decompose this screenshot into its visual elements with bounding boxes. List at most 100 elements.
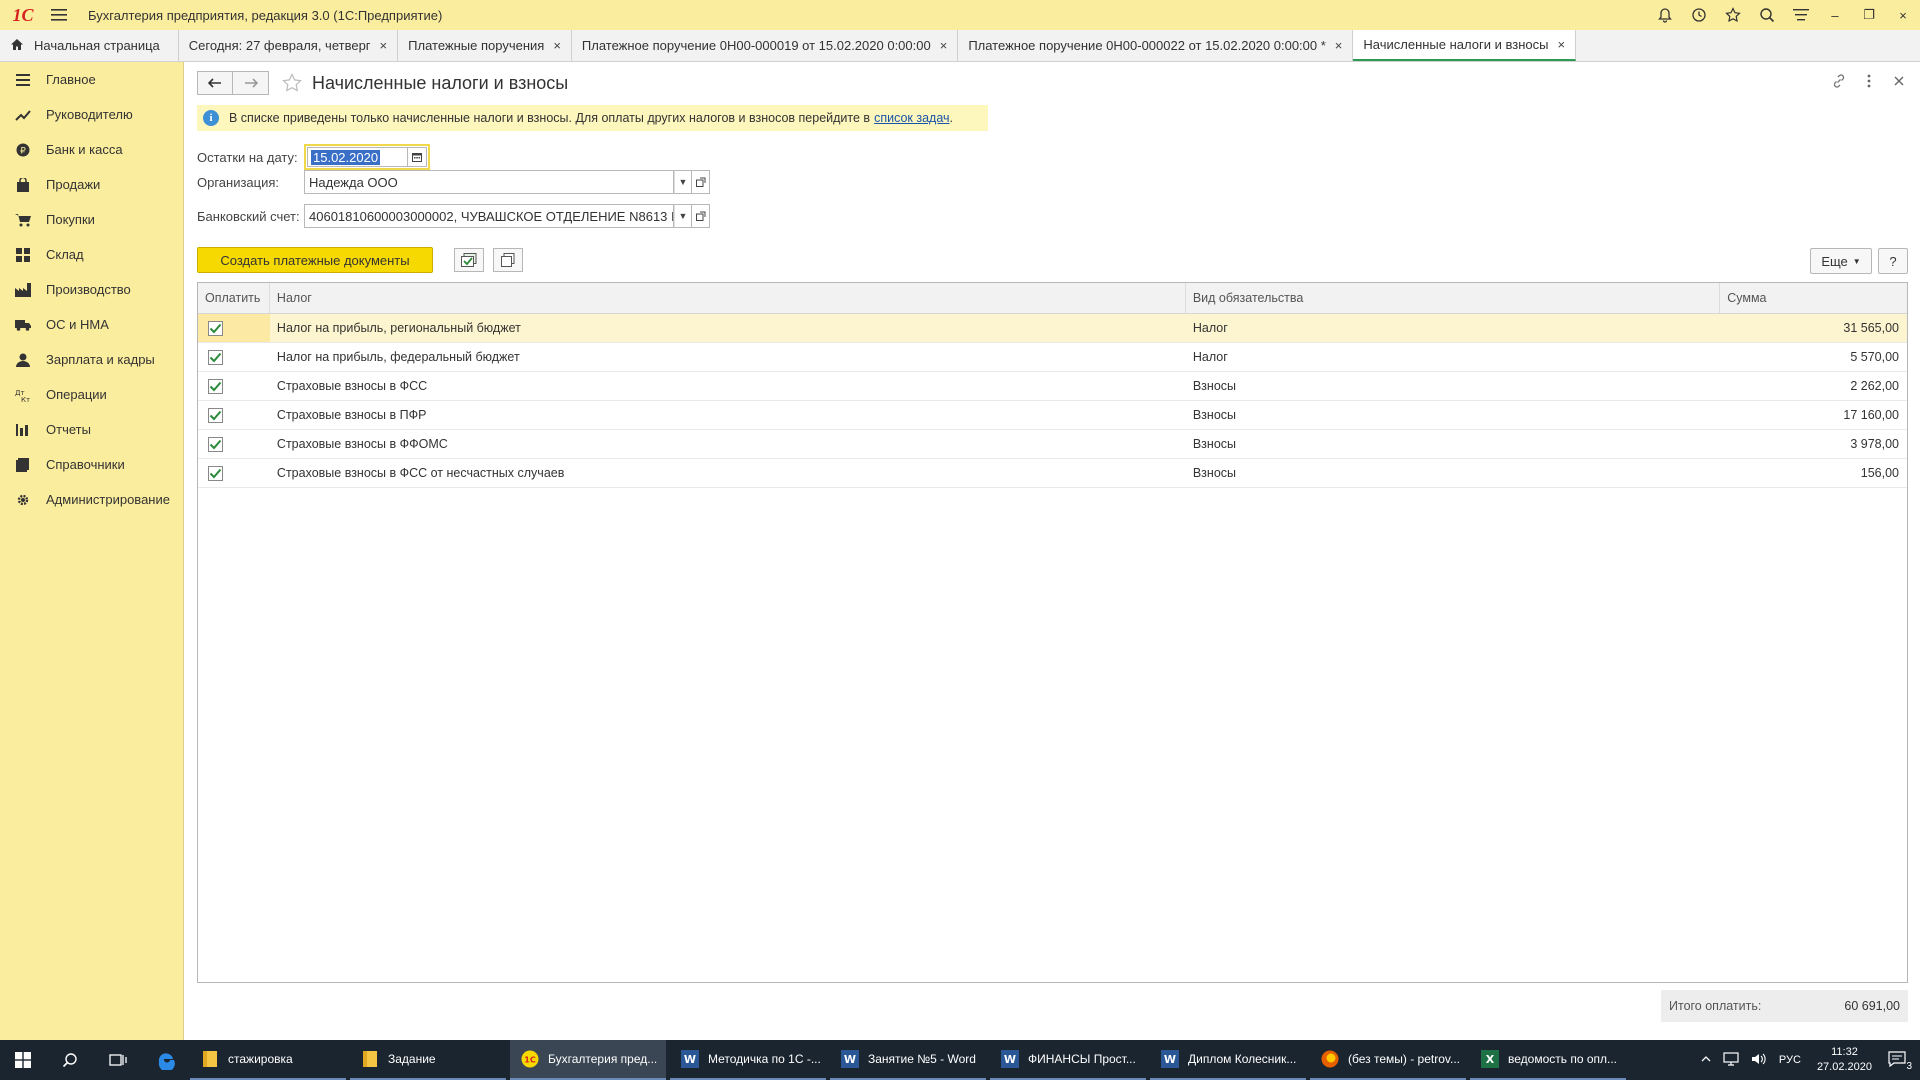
edge-browser-icon[interactable] <box>142 1040 190 1080</box>
close-tab-icon[interactable]: × <box>1557 37 1565 52</box>
sidebar-item-production[interactable]: Производство <box>0 272 183 307</box>
bell-icon[interactable] <box>1648 0 1682 30</box>
sidebar-item-purchases[interactable]: Покупки <box>0 202 183 237</box>
windows-start-icon[interactable] <box>0 1040 46 1080</box>
table-row[interactable]: Налог на прибыль, региональный бюджет Нал… <box>198 314 1907 343</box>
table-row[interactable]: Налог на прибыль, федеральный бюджет Нало… <box>198 343 1907 372</box>
sidebar-item-bank[interactable]: ₽ Банк и касса <box>0 132 183 167</box>
taskbar-app[interactable]: 1С Бухгалтерия пред... <box>510 1040 666 1080</box>
network-icon[interactable] <box>1717 1051 1745 1069</box>
taskbar-app[interactable]: Xведомость по опл... <box>1470 1040 1626 1080</box>
pay-checkbox[interactable] <box>208 407 223 423</box>
pay-checkbox[interactable] <box>208 465 223 481</box>
calendar-icon[interactable] <box>407 147 427 167</box>
taskbar-app-label: стажировка <box>228 1052 293 1066</box>
pay-checkbox[interactable] <box>208 320 223 336</box>
balance-date-field[interactable]: 15.02.2020 <box>304 144 430 170</box>
taskbar-app[interactable]: W Методичка по 1С -... <box>670 1040 826 1080</box>
book-icon <box>14 456 32 474</box>
excel-icon: X <box>1480 1049 1500 1069</box>
chevron-down-icon[interactable]: ▼ <box>674 204 692 228</box>
bank-account-input[interactable]: 40601810600003000002, ЧУВАШСКОЕ ОТДЕЛЕНИ… <box>304 204 674 228</box>
pay-checkbox[interactable] <box>208 378 223 394</box>
close-form-icon[interactable] <box>1890 72 1908 90</box>
sidebar-item-label: Банк и касса <box>46 142 123 157</box>
sidebar-item-operations[interactable]: Дт Кт Операции <box>0 377 183 412</box>
taskbar-search-icon[interactable] <box>46 1040 94 1080</box>
close-tab-icon[interactable]: × <box>940 38 948 53</box>
sidebar-item-reports[interactable]: Отчеты <box>0 412 183 447</box>
table-row[interactable]: Страховые взносы в ФСС Взносы 2 262,00 <box>198 372 1907 401</box>
sum-cell: 5 570,00 <box>1850 350 1899 364</box>
chevron-down-icon[interactable]: ▼ <box>674 170 692 194</box>
table-row[interactable]: Страховые взносы в ФСС от несчастных слу… <box>198 459 1907 488</box>
add-to-favorites-star-icon[interactable] <box>281 72 303 94</box>
sidebar-item-sales[interactable]: Продажи <box>0 167 183 202</box>
back-button[interactable] <box>197 71 233 95</box>
tab-accrued-taxes[interactable]: Начисленные налоги и взносы × <box>1353 30 1577 61</box>
sidebar-item-manager[interactable]: Руководителю <box>0 97 183 132</box>
column-header-sum[interactable]: Сумма <box>1720 283 1907 313</box>
tray-chevron-up-icon[interactable] <box>1695 1054 1717 1066</box>
tab-payment-order-22[interactable]: Платежное поручение 0Н00-000022 от 15.02… <box>958 30 1354 61</box>
tab-today[interactable]: Сегодня: 27 февраля, четверг × <box>178 30 399 61</box>
pay-checkbox[interactable] <box>208 349 223 365</box>
column-header-kind[interactable]: Вид обязательства <box>1186 283 1721 313</box>
restore-button[interactable]: ❐ <box>1852 0 1886 30</box>
taskbar-app[interactable]: W ФИНАНСЫ Прост... <box>990 1040 1146 1080</box>
open-organization-icon[interactable] <box>692 170 710 194</box>
taskbar-app[interactable]: W Занятие №5 - Word <box>830 1040 986 1080</box>
search-icon[interactable] <box>1750 0 1784 30</box>
tax-cell: Страховые взносы в ФСС от несчастных слу… <box>276 466 565 480</box>
main-menu-icon[interactable] <box>46 0 72 30</box>
more-actions-icon[interactable] <box>1860 72 1878 90</box>
input-language[interactable]: РУС <box>1773 1054 1807 1066</box>
sidebar-item-main[interactable]: Главное <box>0 62 183 97</box>
table-row[interactable]: Страховые взносы в ФФОМС Взносы 3 978,00 <box>198 430 1907 459</box>
kind-cell: Взносы <box>1192 379 1237 393</box>
favorites-star-icon[interactable] <box>1716 0 1750 30</box>
tab-label: Платежное поручение 0Н00-000022 от 15.02… <box>968 38 1326 53</box>
uncheck-all-icon[interactable] <box>493 248 523 272</box>
more-button[interactable]: Еще ▼ <box>1810 248 1872 274</box>
history-icon[interactable] <box>1682 0 1716 30</box>
minimize-button[interactable]: – <box>1818 0 1852 30</box>
taskbar-app[interactable]: W Диплом Колесник... <box>1150 1040 1306 1080</box>
forward-button[interactable] <box>233 71 269 95</box>
create-payment-documents-button[interactable]: Создать платежные документы <box>197 247 433 273</box>
close-tab-icon[interactable]: × <box>553 38 561 53</box>
taskbar-app[interactable]: (без темы) - petrov... <box>1310 1040 1466 1080</box>
help-button[interactable]: ? <box>1878 248 1908 274</box>
link-icon[interactable] <box>1830 72 1848 90</box>
sidebar-item-salary[interactable]: Зарплата и кадры <box>0 342 183 377</box>
volume-icon[interactable] <box>1745 1052 1773 1069</box>
task-list-link[interactable]: список задач <box>874 111 949 125</box>
taskbar-app[interactable]: стажировка <box>190 1040 346 1080</box>
tab-payment-orders[interactable]: Платежные поручения × <box>398 30 572 61</box>
sidebar-item-directories[interactable]: Справочники <box>0 447 183 482</box>
close-tab-icon[interactable]: × <box>380 38 388 53</box>
notifications-icon[interactable]: 3 <box>1882 1050 1920 1072</box>
check-all-icon[interactable] <box>454 248 484 272</box>
tab-payment-order-19[interactable]: Платежное поручение 0Н00-000019 от 15.02… <box>571 30 959 61</box>
balance-date-input[interactable]: 15.02.2020 <box>307 147 407 167</box>
svg-text:W: W <box>844 1053 856 1066</box>
close-window-button[interactable]: × <box>1886 0 1920 30</box>
task-view-icon[interactable] <box>94 1040 142 1080</box>
sidebar-item-fixed-assets[interactable]: ОС и НМА <box>0 307 183 342</box>
column-header-tax[interactable]: Налог <box>270 283 1186 313</box>
sidebar-item-warehouse[interactable]: Склад <box>0 237 183 272</box>
close-tab-icon[interactable]: × <box>1335 38 1343 53</box>
taskbar-clock[interactable]: 11:32 27.02.2020 <box>1807 1045 1882 1075</box>
pay-checkbox[interactable] <box>208 436 223 452</box>
sidebar-item-label: Главное <box>46 72 96 87</box>
sum-cell: 156,00 <box>1860 466 1899 480</box>
sidebar-item-administration[interactable]: Администрирование <box>0 482 183 517</box>
taskbar-app[interactable]: Задание <box>350 1040 506 1080</box>
open-bank-account-icon[interactable] <box>692 204 710 228</box>
column-header-pay[interactable]: Оплатить <box>198 283 270 313</box>
functions-menu-icon[interactable] <box>1784 0 1818 30</box>
tab-home[interactable]: Начальная страница <box>0 30 179 61</box>
table-row[interactable]: Страховые взносы в ПФР Взносы 17 160,00 <box>198 401 1907 430</box>
organization-input[interactable]: Надежда ООО <box>304 170 674 194</box>
